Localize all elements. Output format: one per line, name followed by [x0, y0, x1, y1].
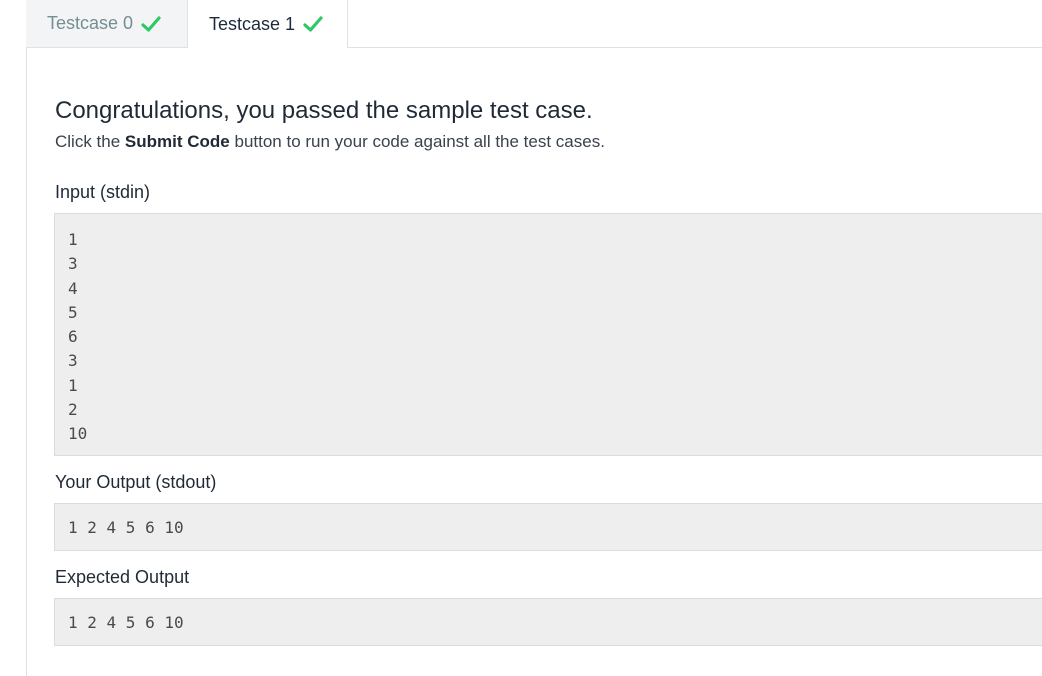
- your-output-box: 1 2 4 5 6 10: [54, 503, 1042, 551]
- tab-label: Testcase 1: [209, 13, 296, 34]
- expected-output-box: 1 2 4 5 6 10: [54, 598, 1042, 646]
- expected-output-label: Expected Output: [55, 567, 190, 587]
- input-line: 1: [68, 230, 78, 249]
- input-box: 1 3 4 5 6 3 1 2 10: [54, 213, 1042, 456]
- input-line: 4: [68, 278, 78, 298]
- panel-left-border: [26, 0, 27, 676]
- submit-code-reference: Submit Code: [124, 132, 230, 151]
- check-icon: [303, 15, 323, 33]
- instruction-text: button to run your code against all the …: [229, 132, 605, 151]
- testcase-tabs: Testcase 0 Testcase 1: [26, 0, 1042, 48]
- input-line: 5: [68, 302, 78, 322]
- tab-testcase-1[interactable]: Testcase 1: [188, 0, 348, 48]
- input-line: 6: [68, 327, 78, 347]
- input-label: Input (stdin): [55, 182, 151, 202]
- check-icon: [141, 15, 161, 33]
- tab-testcase-0[interactable]: Testcase 0: [26, 0, 188, 47]
- input-line: 10: [68, 424, 88, 444]
- output-line: 1 2 4 5 6 10: [68, 518, 184, 537]
- input-line: 3: [68, 254, 78, 274]
- instruction-text: Click the: [55, 132, 125, 151]
- input-line: 2: [68, 400, 78, 420]
- result-instruction: Click the Submit Code button to run your…: [55, 130, 1042, 154]
- tab-label: Testcase 0: [47, 13, 134, 33]
- result-headline: Congratulations, you passed the sample t…: [55, 97, 593, 124]
- result-message: Congratulations, you passed the sample t…: [55, 96, 1042, 154]
- expected-line: 1 2 4 5 6 10: [68, 613, 184, 632]
- input-line: 3: [68, 351, 78, 371]
- input-line: 1: [68, 375, 78, 395]
- your-output-label: Your Output (stdout): [55, 472, 217, 492]
